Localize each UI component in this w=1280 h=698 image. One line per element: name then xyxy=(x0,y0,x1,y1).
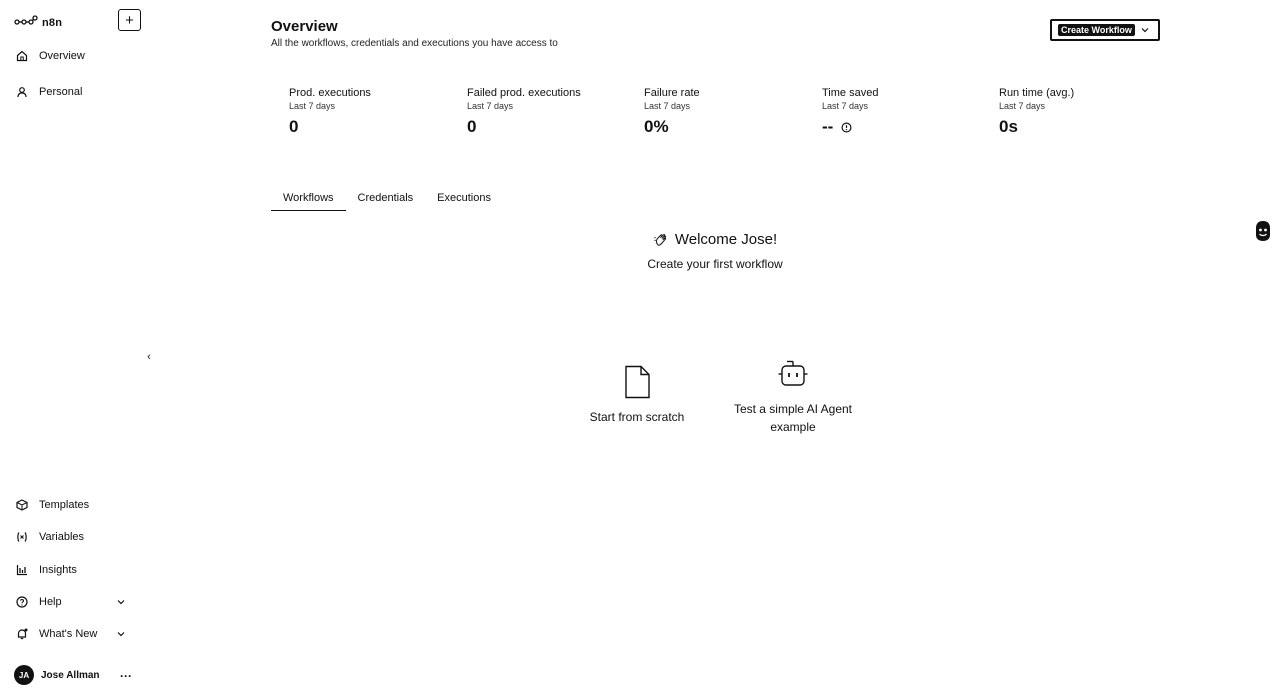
variable-icon xyxy=(14,529,30,545)
welcome-title: Welcome Jose! xyxy=(674,231,778,248)
metric-time-saved[interactable]: Time saved Last 7 days -- xyxy=(822,87,992,137)
metric-label: Time saved xyxy=(822,87,879,99)
tab-bar: Workflows Credentials Executions xyxy=(271,188,503,211)
metric-value: 0s xyxy=(999,117,1018,136)
metric-label: Failed prod. executions xyxy=(467,87,581,99)
logo-text: n8n xyxy=(42,17,63,29)
chat-help-bubble-icon[interactable] xyxy=(1254,219,1272,243)
create-workflow-button[interactable]: Create Workflow xyxy=(1050,19,1160,41)
metric-period: Last 7 days xyxy=(289,101,336,111)
add-button[interactable]: + xyxy=(118,9,141,31)
create-workflow-label: Create Workflow xyxy=(1058,24,1135,36)
sidebar-item-overview[interactable]: Overview xyxy=(14,45,85,67)
chevron-down-icon xyxy=(117,600,125,605)
avatar: JA xyxy=(14,665,34,685)
metric-run-time-avg[interactable]: Run time (avg.) Last 7 days 0s xyxy=(999,87,1169,137)
collapse-sidebar-button[interactable]: ‹ xyxy=(143,350,155,364)
metric-value-row: -- xyxy=(822,117,992,137)
sidebar-item-variables[interactable]: Variables xyxy=(14,526,84,548)
metric-value: 0% xyxy=(644,117,669,136)
tab-executions[interactable]: Executions xyxy=(425,188,503,211)
metric-failed-prod-executions[interactable]: Failed prod. executions Last 7 days 0 xyxy=(467,87,637,137)
sidebar: n8n + Overview Personal ‹ Templates Vari… xyxy=(0,0,151,698)
tab-workflows[interactable]: Workflows xyxy=(271,188,346,211)
bar-chart-icon xyxy=(14,562,30,578)
chevron-down-icon[interactable] xyxy=(1140,25,1150,35)
chevron-down-icon xyxy=(117,632,125,637)
metric-prod-executions[interactable]: Prod. executions Last 7 days 0 xyxy=(289,87,459,137)
home-icon xyxy=(14,48,30,64)
user-profile[interactable]: JA Jose Allman xyxy=(14,665,100,685)
n8n-logo-icon xyxy=(14,14,38,32)
sidebar-item-label: Variables xyxy=(39,531,85,543)
metric-period: Last 7 days xyxy=(999,101,1046,111)
sidebar-item-label: Insights xyxy=(39,564,77,576)
card-label: Start from scratch xyxy=(589,410,685,424)
page-title: Overview xyxy=(271,18,338,35)
card-label: Test a simple AI Agent example xyxy=(733,402,853,434)
sidebar-item-label: Overview xyxy=(39,50,85,62)
bell-icon xyxy=(14,626,30,642)
metric-value: -- xyxy=(822,117,834,136)
help-circle-icon xyxy=(14,594,30,610)
page-subtitle: All the workflows, credentials and execu… xyxy=(271,38,558,49)
file-icon xyxy=(577,365,697,399)
metric-period: Last 7 days xyxy=(467,101,514,111)
metric-failure-rate[interactable]: Failure rate Last 7 days 0% xyxy=(644,87,814,137)
sidebar-item-whats-new[interactable]: What's New xyxy=(14,623,134,645)
user-name: Jose Allman xyxy=(41,669,100,681)
logo[interactable]: n8n xyxy=(14,14,62,32)
metric-label: Run time (avg.) xyxy=(999,87,1075,99)
sidebar-item-help[interactable]: Help xyxy=(14,591,134,613)
metric-value: 0 xyxy=(289,117,299,136)
start-from-scratch-card[interactable]: Start from scratch xyxy=(577,365,697,424)
robot-icon xyxy=(733,360,853,388)
welcome-heading: Welcome Jose! xyxy=(560,231,870,248)
metric-period: Last 7 days xyxy=(822,101,869,111)
sidebar-item-label: Personal xyxy=(39,86,83,98)
welcome-subtitle: Create your first workflow xyxy=(647,257,783,271)
metric-label: Prod. executions xyxy=(289,87,371,99)
user-menu-button[interactable]: ··· xyxy=(120,669,132,683)
box-icon xyxy=(14,497,30,513)
sidebar-item-label: Help xyxy=(39,596,62,608)
sidebar-item-label: Templates xyxy=(39,499,90,511)
sidebar-item-insights[interactable]: Insights xyxy=(14,559,77,581)
ai-agent-example-card[interactable]: Test a simple AI Agent example xyxy=(733,360,853,436)
user-icon xyxy=(14,84,30,100)
sidebar-item-templates[interactable]: Templates xyxy=(14,494,89,516)
metric-value: 0 xyxy=(467,117,477,136)
tab-credentials[interactable]: Credentials xyxy=(346,188,426,211)
metric-period: Last 7 days xyxy=(644,101,691,111)
info-icon[interactable] xyxy=(841,122,852,133)
sidebar-item-label: What's New xyxy=(39,628,98,640)
sidebar-item-personal[interactable]: Personal xyxy=(14,81,82,103)
waving-hand-icon xyxy=(654,233,666,246)
metric-label: Failure rate xyxy=(644,87,700,99)
welcome-section: Welcome Jose! Create your first workflow xyxy=(560,231,870,271)
